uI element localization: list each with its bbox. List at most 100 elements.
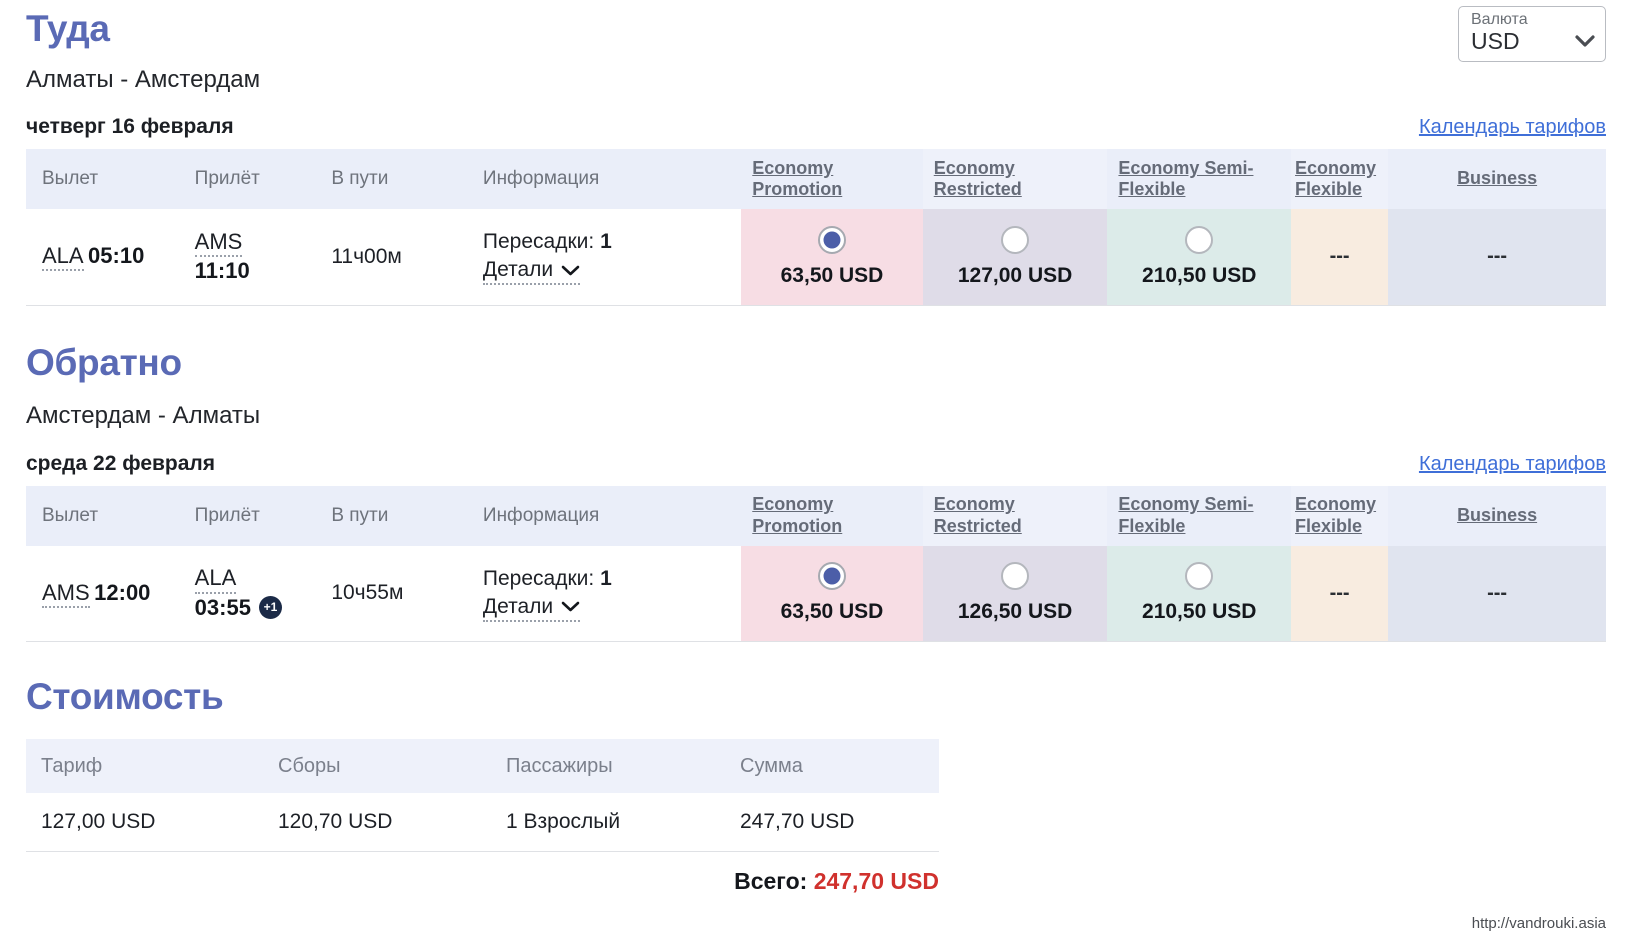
inbound-flight-table: Вылет Прилёт В пути Информация Economy Pr… bbox=[26, 485, 1606, 643]
fare-1-line1[interactable]: Economy bbox=[934, 158, 1015, 178]
inbound-title: Обратно bbox=[26, 341, 182, 383]
outbound-fare-radio-2[interactable] bbox=[1185, 225, 1214, 254]
inbound-to-time: 03:55 bbox=[194, 594, 251, 620]
total-row: Всего: 247,70 USD bbox=[26, 852, 939, 895]
inbound-fare-radio-0[interactable] bbox=[817, 562, 846, 591]
col-departure: Вылет bbox=[26, 149, 195, 209]
outbound-details-label[interactable]: Детали bbox=[483, 258, 553, 282]
col-fare-1[interactable]: Economy Restricted bbox=[922, 485, 1108, 546]
cost-col-sum: Сумма bbox=[725, 739, 939, 793]
inbound-fare-radio-2[interactable] bbox=[1185, 562, 1214, 591]
col-information: Информация bbox=[482, 149, 742, 209]
outbound-flight-table: Вылет Прилёт В пути Информация Economy Pr… bbox=[26, 149, 1606, 306]
outbound-to-code[interactable]: AMS bbox=[194, 229, 243, 258]
inbound-details-toggle[interactable]: Детали bbox=[482, 595, 581, 622]
next-day-badge-icon: +1 bbox=[258, 595, 282, 619]
currency-row: USD bbox=[1471, 27, 1595, 54]
fare-2-line2[interactable]: Flexible bbox=[1118, 516, 1185, 536]
outbound-fare-cell-1[interactable]: 127,00 USD bbox=[922, 209, 1108, 305]
outbound-fare-radio-0[interactable] bbox=[817, 225, 846, 254]
inbound-fare-cell-3: --- bbox=[1291, 545, 1389, 642]
outbound-information-cell: Пересадки: 1 Детали bbox=[482, 209, 741, 305]
inbound-fare-cell-1[interactable]: 126,50 USD bbox=[922, 545, 1108, 642]
outbound-fare-calendar-link[interactable]: Календарь тарифов bbox=[1419, 116, 1606, 139]
fare-2-line2[interactable]: Flexible bbox=[1118, 179, 1185, 199]
fare-3-line2[interactable]: Flexible bbox=[1295, 179, 1362, 199]
outbound-fare-price-4: --- bbox=[1487, 245, 1508, 268]
col-fare-4[interactable]: Business bbox=[1388, 149, 1606, 209]
fare-4-line1[interactable]: Business bbox=[1457, 505, 1537, 525]
flight-booking-page: Валюта USD Туда Алматы - Амстердам четве… bbox=[0, 0, 1632, 940]
outbound-fare-price-0: 63,50 USD bbox=[780, 263, 884, 287]
fare-1-line2[interactable]: Restricted bbox=[934, 516, 1022, 536]
inbound-fare-calendar-link[interactable]: Календарь тарифов bbox=[1419, 453, 1606, 476]
cost-value-taxes: 120,70 USD bbox=[263, 793, 491, 852]
fare-3-line1[interactable]: Economy bbox=[1295, 494, 1376, 514]
col-fare-1[interactable]: Economy Restricted bbox=[922, 149, 1108, 209]
inbound-arrival-time-wrap: 03:55 +1 bbox=[195, 594, 332, 622]
fare-1-line1[interactable]: Economy bbox=[934, 494, 1015, 514]
col-arrival: Прилёт bbox=[194, 485, 332, 546]
total-value: 247,70 USD bbox=[813, 867, 939, 894]
outbound-section: Туда Алматы - Амстердам четверг 16 февра… bbox=[26, 0, 1606, 306]
col-fare-0[interactable]: Economy Promotion bbox=[741, 149, 923, 209]
inbound-from-time: 12:00 bbox=[94, 579, 151, 605]
inbound-fare-price-1: 126,50 USD bbox=[957, 600, 1073, 624]
outbound-fare-cell-0[interactable]: 63,50 USD bbox=[741, 209, 923, 305]
outbound-from-code[interactable]: ALA bbox=[42, 243, 84, 272]
col-fare-4[interactable]: Business bbox=[1388, 485, 1606, 546]
fare-0-line2[interactable]: Promotion bbox=[752, 516, 842, 536]
cost-value-passengers: 1 Взрослый bbox=[491, 793, 725, 852]
col-fare-2[interactable]: Economy Semi- Flexible bbox=[1107, 485, 1292, 546]
outbound-fare-radio-1[interactable] bbox=[1001, 225, 1030, 254]
outbound-details-toggle[interactable]: Детали bbox=[482, 258, 581, 286]
cost-value-fare: 127,00 USD bbox=[26, 793, 263, 852]
inbound-from-code[interactable]: AMS bbox=[42, 580, 90, 608]
fare-0-line1[interactable]: Economy bbox=[752, 158, 833, 178]
total-label: Всего: bbox=[734, 867, 808, 894]
fare-3-line1[interactable]: Economy bbox=[1295, 158, 1376, 178]
fare-2-line1[interactable]: Economy Semi- bbox=[1118, 494, 1253, 514]
outbound-date-row: четверг 16 февраля Календарь тарифов bbox=[26, 115, 1606, 139]
col-duration: В пути bbox=[331, 149, 483, 209]
chevron-down-icon bbox=[1575, 35, 1595, 47]
fare-4-line1[interactable]: Business bbox=[1457, 168, 1537, 188]
outbound-fare-cell-4: --- bbox=[1388, 209, 1606, 305]
chevron-down-icon bbox=[561, 602, 580, 612]
fare-0-line1[interactable]: Economy bbox=[752, 494, 833, 514]
col-fare-3[interactable]: Economy Flexible bbox=[1291, 485, 1389, 546]
fare-1-line2[interactable]: Restricted bbox=[934, 179, 1022, 199]
inbound-section: Обратно Амстердам - Алматы среда 22 февр… bbox=[26, 306, 1606, 643]
currency-value: USD bbox=[1471, 27, 1520, 54]
inbound-duration-cell: 10ч55м bbox=[331, 546, 483, 642]
inbound-fare-cell-0[interactable]: 63,50 USD bbox=[741, 545, 923, 642]
inbound-fare-price-4: --- bbox=[1487, 581, 1508, 604]
currency-selector[interactable]: Валюта USD bbox=[1458, 6, 1606, 62]
inbound-stops: Пересадки: 1 bbox=[483, 565, 741, 592]
col-fare-3[interactable]: Economy Flexible bbox=[1291, 149, 1389, 209]
inbound-departure-cell: AMS 12:00 bbox=[26, 546, 195, 642]
inbound-details-label[interactable]: Детали bbox=[483, 595, 553, 619]
outbound-fare-cell-3: --- bbox=[1291, 209, 1389, 305]
fare-3-line2[interactable]: Flexible bbox=[1295, 516, 1362, 536]
col-fare-2[interactable]: Economy Semi- Flexible bbox=[1107, 149, 1292, 209]
outbound-fare-price-2: 210,50 USD bbox=[1142, 263, 1257, 287]
outbound-fare-price-1: 127,00 USD bbox=[957, 263, 1073, 287]
outbound-date: четверг 16 февраля bbox=[26, 115, 234, 138]
cost-table: Тариф Сборы Пассажиры Сумма 127,00 USD 1… bbox=[26, 739, 939, 852]
fare-2-line1[interactable]: Economy Semi- bbox=[1118, 158, 1253, 178]
inbound-arrival-cell: ALA 03:55 +1 bbox=[194, 546, 332, 642]
col-arrival: Прилёт bbox=[194, 149, 332, 209]
inbound-fare-cell-2[interactable]: 210,50 USD bbox=[1107, 545, 1292, 642]
cost-section: Стоимость Тариф Сборы Пассажиры Сумма 12… bbox=[26, 642, 1606, 895]
outbound-fare-cell-2[interactable]: 210,50 USD bbox=[1107, 209, 1292, 305]
cost-title: Стоимость bbox=[26, 676, 224, 717]
outbound-from-time: 05:10 bbox=[88, 243, 145, 269]
inbound-to-code[interactable]: ALA bbox=[194, 565, 237, 594]
inbound-flight-row: AMS 12:00 ALA 03:55 +1 10ч55м Пересадки: bbox=[26, 545, 1606, 642]
outbound-flight-row: ALA 05:10 AMS 11:10 11ч00м Пересадки: 1 bbox=[26, 209, 1606, 305]
fare-0-line2[interactable]: Promotion bbox=[752, 179, 842, 199]
inbound-fare-radio-1[interactable] bbox=[1001, 562, 1030, 591]
col-fare-0[interactable]: Economy Promotion bbox=[741, 485, 923, 546]
col-duration: В пути bbox=[331, 485, 483, 546]
